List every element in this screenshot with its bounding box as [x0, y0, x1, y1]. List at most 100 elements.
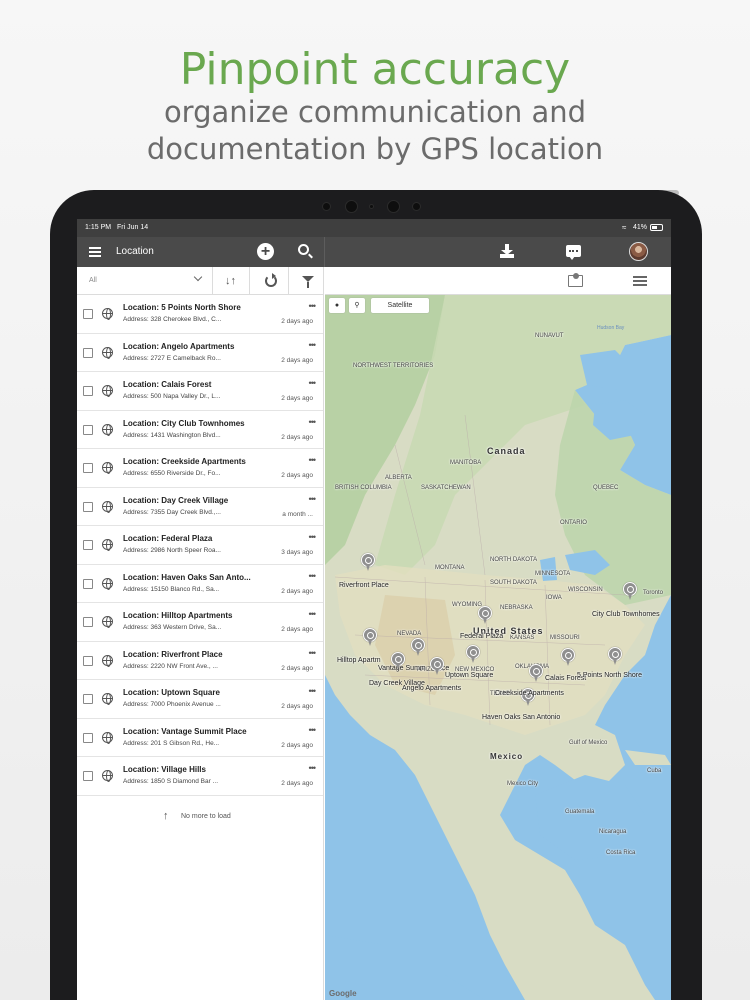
row-checkbox[interactable] [83, 386, 93, 396]
globe-icon [102, 346, 113, 359]
location-timestamp: 2 days ago [281, 433, 313, 441]
more-options-icon[interactable]: ••• [309, 763, 317, 773]
satellite-toggle[interactable]: Satellite [371, 298, 429, 313]
funnel-icon[interactable] [302, 276, 314, 288]
location-marker[interactable] [363, 628, 377, 646]
user-location-icon[interactable]: ● [329, 298, 345, 313]
row-checkbox[interactable] [83, 732, 93, 743]
location-address: Address: 328 Cherokee Blvd., C... [123, 316, 222, 323]
row-checkbox[interactable] [83, 424, 93, 435]
more-options-icon[interactable]: ••• [309, 725, 317, 735]
location-marker[interactable] [430, 657, 444, 675]
row-checkbox[interactable] [83, 540, 93, 550]
list-item[interactable]: Location: Angelo Apartments Address: 2727… [77, 334, 323, 372]
chat-icon[interactable] [566, 245, 581, 260]
location-marker[interactable] [478, 606, 492, 624]
search-icon[interactable] [298, 244, 309, 255]
list-item[interactable]: Location: Day Creek Village Address: 7355… [77, 488, 323, 526]
more-options-icon[interactable]: ••• [309, 648, 317, 658]
map-label: NEBRASKA [500, 605, 533, 611]
row-checkbox[interactable] [83, 771, 93, 781]
more-options-icon[interactable]: ••• [309, 455, 317, 465]
location-marker[interactable] [411, 638, 425, 656]
status-bar: 1:15 PM Fri Jun 14 ≈ 41% [77, 219, 671, 237]
location-list: Location: 5 Points North Shore Address: 3… [77, 295, 324, 1000]
row-checkbox[interactable] [83, 655, 93, 666]
list-item[interactable]: Location: Creekside Apartments Address: 6… [77, 449, 323, 488]
location-marker[interactable] [529, 664, 543, 682]
globe-icon [102, 770, 113, 782]
avatar[interactable] [629, 242, 648, 261]
divider [212, 267, 213, 295]
location-timestamp: 3 days ago [281, 549, 313, 556]
refresh-icon[interactable] [265, 273, 277, 287]
menu-icon[interactable] [89, 247, 101, 257]
location-address: Address: 15150 Blanco Rd., Sa... [123, 585, 220, 593]
globe-icon [102, 731, 113, 744]
arrow-up-icon: ↑ [163, 809, 169, 822]
more-options-icon[interactable]: ••• [309, 417, 317, 427]
chevron-down-icon[interactable] [193, 272, 203, 282]
location-address: Address: 2220 NW Front Ave., ... [123, 662, 218, 670]
location-address: Address: 500 Napa Valley Dr., L... [123, 393, 221, 400]
map-label: IOWA [546, 595, 562, 601]
location-timestamp: 2 days ago [281, 741, 313, 749]
list-view-icon[interactable] [633, 276, 647, 286]
more-options-icon[interactable]: ••• [309, 571, 317, 581]
marker-label: Uptown Square [445, 672, 494, 679]
map-label: MONTANA [435, 565, 465, 571]
filter-select[interactable]: All [89, 277, 97, 284]
list-item[interactable]: Location: Haven Oaks San Anto... Address:… [77, 565, 323, 603]
location-marker[interactable] [466, 645, 480, 663]
globe-icon [102, 577, 113, 590]
location-title: Location: Calais Forest [123, 380, 212, 389]
location-timestamp: 2 days ago [281, 395, 313, 402]
row-checkbox[interactable] [83, 617, 93, 627]
row-checkbox[interactable] [83, 463, 93, 473]
list-item[interactable]: Location: Hilltop Apartments Address: 363… [77, 603, 323, 642]
download-icon[interactable] [500, 244, 514, 258]
row-checkbox[interactable] [83, 309, 93, 319]
location-marker[interactable] [561, 648, 575, 666]
more-options-icon[interactable]: ••• [309, 532, 317, 542]
list-item[interactable]: Location: Federal Plaza Address: 2986 Nor… [77, 526, 323, 565]
list-item[interactable]: Location: Riverfront Place Address: 2220 … [77, 642, 323, 680]
list-item[interactable]: Location: 5 Points North Shore Address: 3… [77, 295, 323, 334]
more-options-icon[interactable]: ••• [309, 378, 317, 388]
row-checkbox[interactable] [83, 347, 93, 358]
more-options-icon[interactable]: ••• [309, 686, 317, 696]
subheadline-line-1: organize communication and [163, 95, 587, 129]
location-marker[interactable] [391, 652, 405, 670]
map-label: MINNESOTA [535, 571, 571, 577]
row-checkbox[interactable] [83, 578, 93, 589]
more-options-icon[interactable]: ••• [309, 301, 317, 311]
map-label: WISCONSIN [568, 587, 603, 593]
more-options-icon[interactable]: ••• [309, 494, 317, 504]
globe-icon [102, 654, 113, 667]
sort-icon[interactable]: ↓↑ [225, 275, 239, 287]
google-logo: Google [329, 989, 357, 998]
more-options-icon[interactable]: ••• [309, 609, 317, 619]
list-item[interactable]: Location: Vantage Summit Place Address: 2… [77, 719, 323, 757]
pin-toggle-icon[interactable]: ⚲ [349, 298, 365, 313]
list-item[interactable]: Location: Calais Forest Address: 500 Napa… [77, 372, 323, 411]
more-options-icon[interactable]: ••• [309, 340, 317, 350]
list-item[interactable]: Location: Village Hills Address: 1850 S D… [77, 757, 323, 796]
toolbar-divider [324, 237, 325, 267]
list-item[interactable]: Location: Uptown Square Address: 7000 Pho… [77, 680, 323, 719]
globe-icon [102, 462, 113, 474]
map-label: BRITISH COLUMBIA [335, 485, 392, 491]
list-item[interactable]: Location: City Club Townhomes Address: 14… [77, 411, 323, 449]
location-address: Address: 7355 Day Creek Blvd.,... [123, 508, 221, 516]
globe-icon [102, 385, 113, 397]
add-icon[interactable]: + [257, 243, 274, 260]
location-timestamp: 2 days ago [281, 356, 313, 364]
location-marker[interactable] [361, 553, 375, 571]
map-label: NORTH DAKOTA [490, 557, 538, 563]
location-marker[interactable] [608, 647, 622, 665]
location-marker[interactable] [623, 582, 637, 600]
row-checkbox[interactable] [83, 501, 93, 512]
map-pin-icon[interactable] [568, 273, 583, 287]
row-checkbox[interactable] [83, 694, 93, 704]
map-view[interactable]: ● ⚲ Satellite Hudson Bay NUNAVUT NORTHWE… [325, 295, 671, 1000]
